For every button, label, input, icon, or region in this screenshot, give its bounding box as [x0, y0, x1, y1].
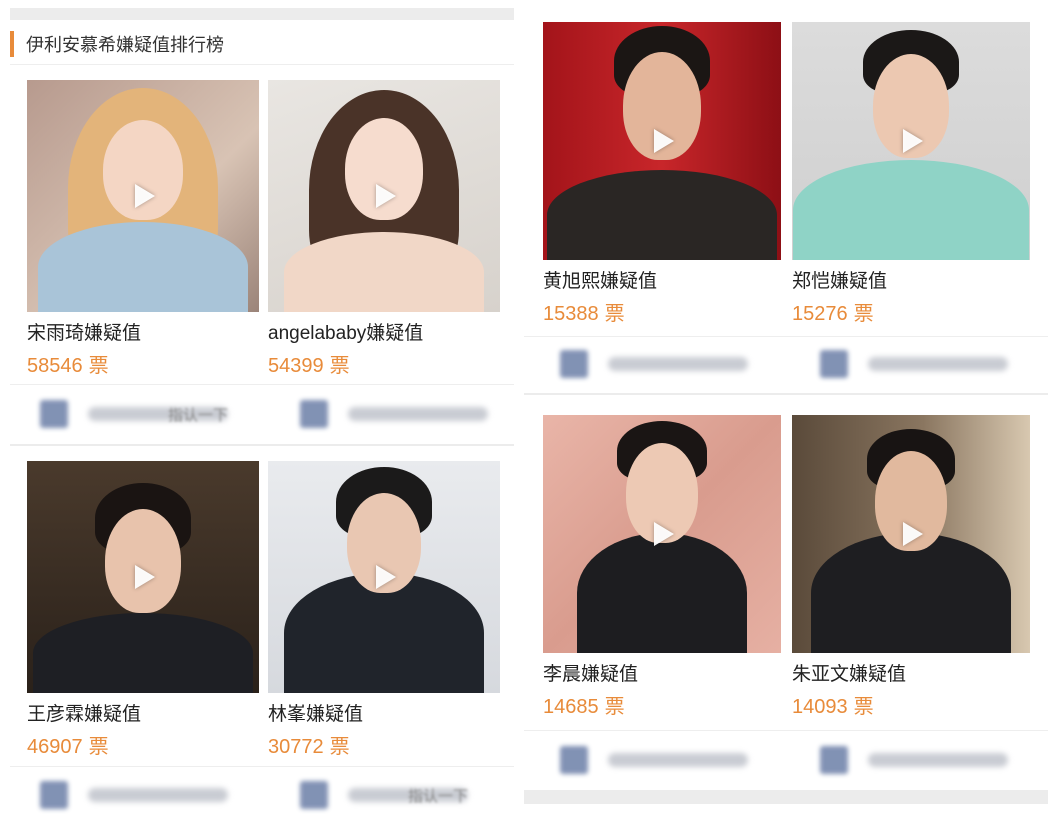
divider	[10, 766, 514, 767]
candidate-card[interactable]: 郑恺嫌疑值 15276 票	[792, 22, 1030, 326]
candidate-photo[interactable]	[27, 461, 259, 693]
bottom-strip	[524, 790, 1048, 804]
candidate-card[interactable]: 宋雨琦嫌疑值 58546 票	[27, 80, 259, 378]
blurred-comment[interactable]: 指认一下	[300, 779, 468, 811]
play-icon[interactable]	[654, 522, 674, 546]
vote-count: 15276 票	[792, 303, 874, 325]
vote-count: 30772 票	[268, 736, 350, 758]
vote-count: 54399 票	[268, 355, 350, 377]
candidate-card[interactable]: 王彦霖嫌疑值 46907 票	[27, 461, 259, 759]
divider	[524, 393, 1048, 395]
section-header: 伊利安慕希嫌疑值排行榜	[10, 28, 514, 60]
candidate-photo[interactable]	[792, 415, 1030, 653]
candidate-photo[interactable]	[543, 22, 781, 260]
divider	[524, 730, 1048, 731]
blurred-avatar	[300, 781, 328, 809]
blurred-comment[interactable]: 指认一下	[40, 398, 228, 430]
blurred-avatar	[820, 746, 848, 774]
candidate-name: 王彦霖嫌疑值	[27, 704, 142, 725]
candidate-name: 宋雨琦嫌疑值	[27, 323, 142, 344]
play-icon[interactable]	[903, 522, 923, 546]
candidate-name: 黄旭熙嫌疑值	[543, 271, 658, 292]
candidate-photo[interactable]	[543, 415, 781, 653]
blurred-avatar	[820, 350, 848, 378]
candidate-name: angelababy嫌疑值	[268, 323, 424, 344]
candidate-card[interactable]: 黄旭熙嫌疑值 15388 票	[543, 22, 781, 326]
candidate-name: 李晨嫌疑值	[543, 664, 639, 685]
divider	[524, 336, 1048, 337]
blurred-comment[interactable]	[560, 744, 748, 776]
candidate-name: 郑恺嫌疑值	[792, 271, 888, 292]
blurred-comment[interactable]	[40, 779, 228, 811]
blurred-comment[interactable]	[820, 744, 1008, 776]
divider	[10, 444, 514, 446]
play-icon[interactable]	[654, 129, 674, 153]
candidate-name: 林峯嫌疑值	[268, 704, 364, 725]
vote-count: 58546 票	[27, 355, 109, 377]
candidate-photo[interactable]	[268, 80, 500, 312]
blurred-avatar	[560, 746, 588, 774]
vote-count: 46907 票	[27, 736, 109, 758]
blurred-avatar	[560, 350, 588, 378]
play-icon[interactable]	[135, 184, 155, 208]
vote-count: 15388 票	[543, 303, 625, 325]
blurred-comment[interactable]	[820, 348, 1008, 380]
candidate-card[interactable]: 朱亚文嫌疑值 14093 票	[792, 415, 1030, 719]
blurred-avatar	[40, 781, 68, 809]
candidate-photo[interactable]	[27, 80, 259, 312]
play-icon[interactable]	[376, 565, 396, 589]
candidate-name: 朱亚文嫌疑值	[792, 664, 907, 685]
vote-count: 14685 票	[543, 696, 625, 718]
blurred-avatar	[300, 400, 328, 428]
play-icon[interactable]	[376, 184, 396, 208]
candidate-card[interactable]: angelababy嫌疑值 54399 票	[268, 80, 500, 378]
divider	[10, 384, 514, 385]
play-icon[interactable]	[903, 129, 923, 153]
left-panel: 伊利安慕希嫌疑值排行榜 宋雨琦嫌疑值 58546 票 angelababy嫌疑值 …	[0, 0, 524, 820]
right-panel: 黄旭熙嫌疑值 15388 票 郑恺嫌疑值 15276 票 李晨嫌疑值 14685…	[524, 0, 1058, 820]
blurred-comment[interactable]	[560, 348, 748, 380]
vote-count: 14093 票	[792, 696, 874, 718]
divider	[10, 64, 514, 65]
candidate-card[interactable]: 李晨嫌疑值 14685 票	[543, 415, 781, 719]
candidate-photo[interactable]	[792, 22, 1030, 260]
accent-bar	[10, 31, 14, 57]
top-strip	[10, 8, 514, 20]
candidate-photo[interactable]	[268, 461, 500, 693]
blurred-avatar	[40, 400, 68, 428]
play-icon[interactable]	[135, 565, 155, 589]
candidate-card[interactable]: 林峯嫌疑值 30772 票	[268, 461, 500, 759]
blurred-comment[interactable]	[300, 398, 488, 430]
section-title: 伊利安慕希嫌疑值排行榜	[26, 35, 224, 55]
